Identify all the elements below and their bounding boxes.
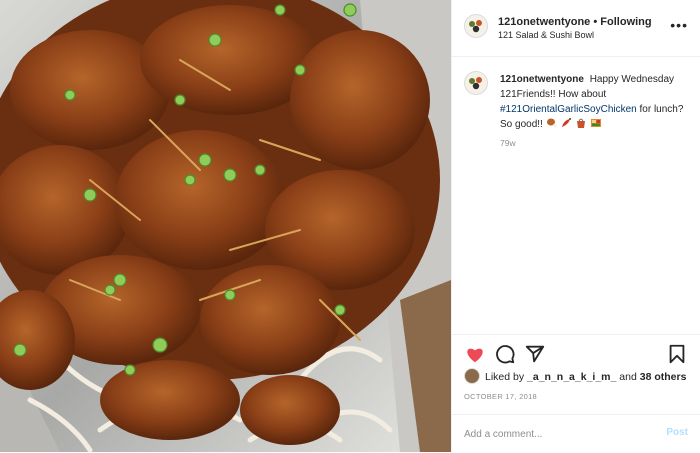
likes-middle: and	[619, 371, 637, 383]
post-sidebar: 121onetwentyone • Following 121 Salad & …	[451, 0, 700, 452]
food-photo-illustration	[0, 0, 451, 452]
header-username[interactable]: 121onetwentyone	[498, 16, 590, 28]
following-button[interactable]: Following	[600, 16, 651, 28]
comment-icon[interactable]	[494, 343, 516, 365]
takeout-box-icon	[575, 117, 587, 134]
caption-avatar[interactable]	[464, 71, 488, 95]
likes-prefix: Liked by	[485, 371, 525, 383]
caption-username[interactable]: 121onetwentyone	[500, 74, 584, 85]
header-user-line: 121onetwentyone • Following	[498, 16, 652, 28]
header-separator: •	[593, 16, 598, 28]
avatar[interactable]	[464, 14, 488, 38]
post-comment-button[interactable]: Post	[666, 427, 688, 438]
brand-logo-icon	[465, 72, 487, 94]
liker-avatar[interactable]	[464, 368, 480, 384]
likes-others-link[interactable]: 38 others	[640, 371, 687, 383]
post-caption: 121onetwentyone Happy Wednesday 121Frien…	[500, 72, 690, 134]
bento-box-icon	[590, 117, 602, 134]
comment-box: Post	[452, 414, 700, 453]
liker-username[interactable]: _a_n_n_a_k_i_m_	[527, 371, 616, 383]
more-options-icon[interactable]: •••	[670, 18, 688, 32]
post-photo[interactable]	[0, 0, 451, 452]
action-bar	[452, 334, 700, 371]
likes-line: Liked by _a_n_n_a_k_i_m_ and 38 others	[464, 368, 686, 386]
comment-input[interactable]	[464, 425, 644, 443]
chili-pepper-icon	[560, 117, 572, 134]
instagram-post: 121onetwentyone • Following 121 Salad & …	[0, 0, 700, 452]
share-icon[interactable]	[524, 343, 546, 365]
heart-icon[interactable]	[464, 343, 486, 365]
drumstick-icon	[546, 117, 558, 134]
post-header: 121onetwentyone • Following 121 Salad & …	[452, 0, 700, 57]
brand-logo-icon	[465, 15, 487, 37]
location-link[interactable]: 121 Salad & Sushi Bowl	[498, 30, 594, 40]
bookmark-icon[interactable]	[666, 343, 688, 365]
post-date[interactable]: OCTOBER 17, 2018	[464, 392, 537, 401]
post-time-ago[interactable]: 79w	[500, 138, 516, 148]
caption-hashtag[interactable]: #121OrientalGarlicSoyChicken	[500, 104, 637, 115]
